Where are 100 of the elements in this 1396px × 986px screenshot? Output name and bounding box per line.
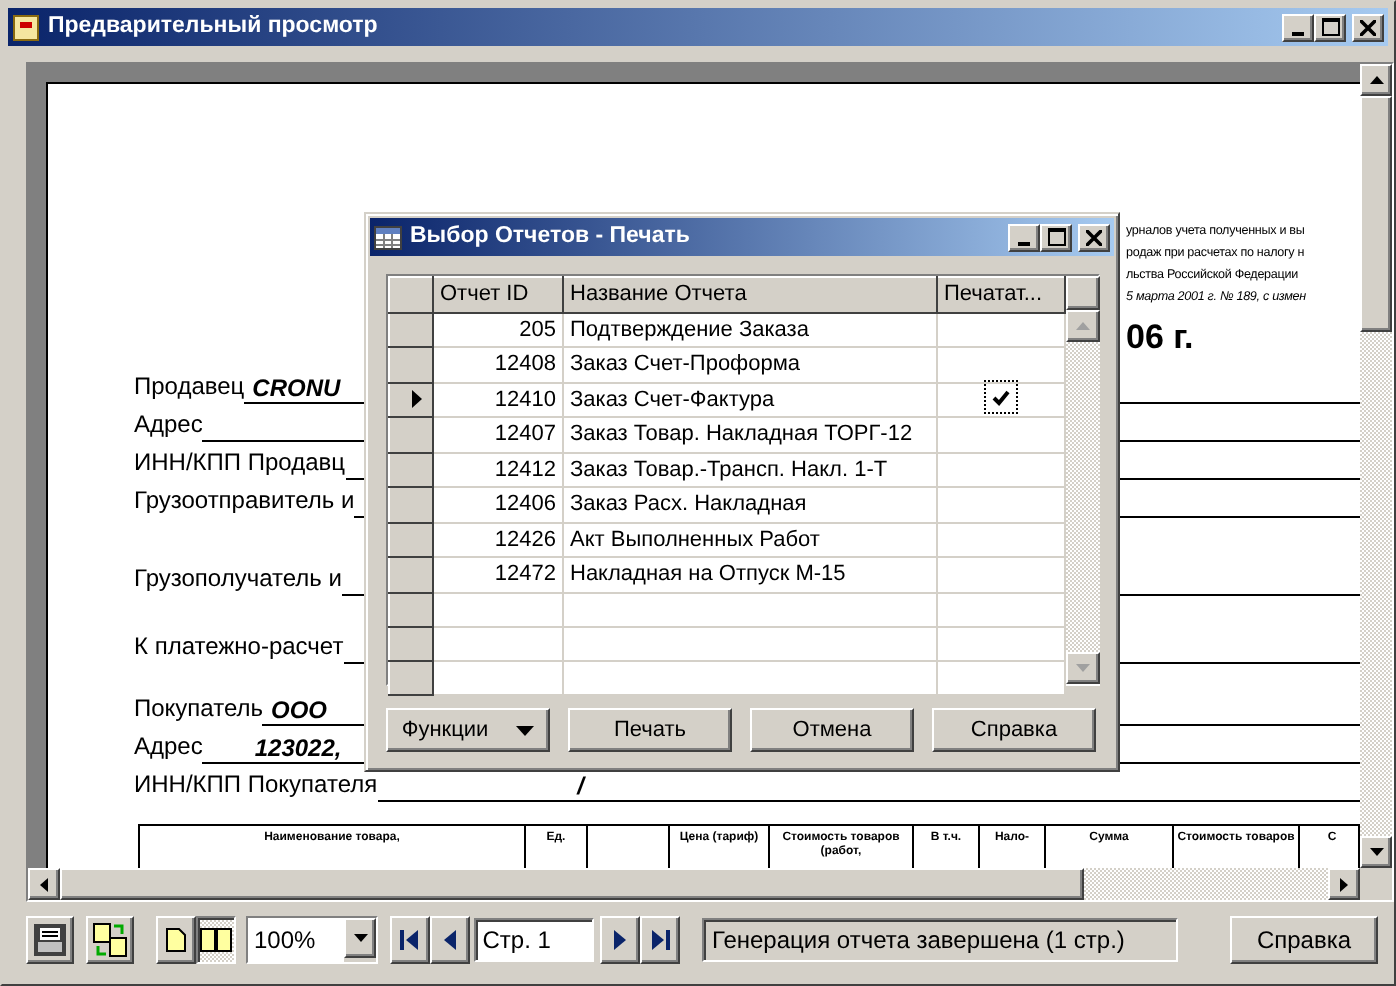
row-selector[interactable] — [389, 626, 433, 660]
dialog-title: Выбор Отчетов - Печать — [410, 221, 690, 252]
table-cell: 12406 — [433, 487, 563, 522]
help-button[interactable]: Справка — [1230, 916, 1378, 964]
row-selector[interactable] — [389, 382, 433, 417]
row-selector[interactable] — [389, 487, 433, 522]
caret-icon — [516, 725, 535, 735]
print-setup-button[interactable] — [26, 916, 74, 964]
down-arrow-icon — [1369, 848, 1383, 856]
scroll-down-button[interactable] — [1360, 836, 1392, 868]
column-header[interactable]: Название Отчета — [563, 277, 937, 312]
first-page-button[interactable] — [389, 916, 429, 964]
column-header[interactable]: Печатат... — [937, 277, 1065, 312]
scroll-down-button[interactable] — [1066, 652, 1100, 684]
last-page-button[interactable] — [640, 916, 680, 964]
scroll-left-button[interactable] — [28, 868, 60, 900]
field-label: Адрес — [134, 730, 203, 764]
field-label: Грузополучатель и — [134, 562, 342, 596]
page-field[interactable]: Стр. 1 — [474, 918, 595, 962]
field-label: Покупатель — [134, 692, 263, 726]
zoom-value: 100% — [248, 918, 344, 962]
menu-button[interactable]: Функции — [386, 708, 550, 752]
row-selector[interactable] — [389, 417, 433, 452]
down-arrow-icon — [1076, 664, 1090, 672]
open-book-icon — [199, 928, 231, 952]
up-arrow-icon — [1369, 76, 1383, 84]
field-label: ИНН/КПП Продавц — [134, 446, 345, 480]
previous-icon — [443, 930, 455, 950]
page-setup-button[interactable] — [85, 916, 133, 964]
field-label: ИНН/КПП Покупателя — [134, 768, 378, 802]
column-header[interactable]: Отчет ID — [433, 277, 563, 312]
dropdown-button[interactable] — [344, 918, 376, 958]
minimize-icon — [1292, 31, 1305, 35]
check-icon — [992, 389, 1010, 405]
table-cell: Заказ Товар.-Трансп. Накл. 1-Т — [563, 452, 937, 487]
status-text: Генерация отчета завершена (1 стр.) — [702, 918, 1178, 962]
row-selector[interactable] — [389, 660, 433, 694]
field-label: Адрес — [134, 408, 203, 442]
caret-icon — [353, 934, 367, 942]
table-cell: Заказ Счет-Фактура — [563, 382, 937, 417]
close-button[interactable] — [1078, 223, 1110, 251]
close-button[interactable] — [1352, 13, 1384, 41]
dialog-button[interactable]: Справка — [932, 708, 1096, 752]
left-arrow-icon — [40, 877, 48, 891]
field-value: CRONU — [252, 374, 341, 402]
row-selector[interactable] — [389, 312, 433, 347]
scroll-up-button[interactable] — [1360, 64, 1392, 96]
next-page-button[interactable] — [600, 916, 640, 964]
table-cell: 12426 — [433, 522, 563, 557]
minimize-icon — [1018, 241, 1031, 245]
close-icon — [1360, 19, 1376, 35]
table-cell: Заказ Товар. Накладная ТОРГ-12 — [563, 417, 937, 452]
last-page-icon — [651, 930, 669, 950]
scroll-up-button[interactable] — [1066, 310, 1100, 342]
field-label: Грузоотправитель и — [134, 484, 355, 518]
scrollbar-thumb[interactable] — [1360, 96, 1392, 332]
table-cell: 205 — [433, 312, 563, 347]
table-cell: 12412 — [433, 452, 563, 487]
maximize-icon — [1047, 228, 1066, 246]
table-cell: Заказ Счет-Проформа — [563, 347, 937, 382]
field-label: К платежно-расчет — [134, 630, 344, 664]
field-value: 123022, — [254, 734, 342, 762]
current-row-icon — [412, 390, 422, 409]
maximize-button[interactable] — [1314, 13, 1347, 41]
table-cell: Накладная на Отпуск М-15 — [563, 557, 937, 592]
row-selector[interactable] — [389, 522, 433, 557]
table-cell: 12410 — [433, 382, 563, 417]
dialog-button[interactable]: Печать — [568, 708, 732, 752]
maximize-icon — [1321, 18, 1340, 36]
field-label: Продавец — [134, 370, 245, 404]
table-icon — [374, 225, 402, 249]
checkbox[interactable] — [988, 384, 1014, 410]
right-arrow-icon — [1340, 877, 1348, 891]
table-cell: Заказ Расх. Накладная — [563, 487, 937, 522]
row-selector[interactable] — [389, 557, 433, 592]
row-selector[interactable] — [389, 452, 433, 487]
row-selector[interactable] — [389, 347, 433, 382]
up-arrow-icon — [1076, 322, 1090, 330]
dialog-button[interactable]: Отмена — [750, 708, 914, 752]
page-view-button[interactable] — [195, 916, 235, 964]
scrollbar-thumb[interactable] — [60, 868, 1084, 900]
zoom-combo[interactable]: 100% — [246, 916, 378, 964]
maximize-button[interactable] — [1040, 223, 1073, 251]
table-cell: 12408 — [433, 347, 563, 382]
field-value: ООО — [270, 696, 327, 724]
window-title: Предварительный просмотр — [48, 11, 378, 42]
field-value: / — [577, 772, 584, 800]
first-page-icon — [400, 930, 418, 950]
pages-arrows-icon — [91, 922, 127, 958]
close-icon — [1086, 229, 1102, 245]
app-icon — [12, 13, 40, 41]
minimize-button[interactable] — [1008, 223, 1041, 251]
previous-page-button[interactable] — [429, 916, 469, 964]
scroll-right-button[interactable] — [1328, 868, 1360, 900]
date-text: 06 г. — [1126, 316, 1196, 360]
row-selector[interactable] — [389, 592, 433, 626]
header-corner — [1066, 276, 1100, 310]
minimize-button[interactable] — [1282, 13, 1315, 41]
next-icon — [614, 930, 626, 950]
table-cell: Подтверждение Заказа — [563, 312, 937, 347]
